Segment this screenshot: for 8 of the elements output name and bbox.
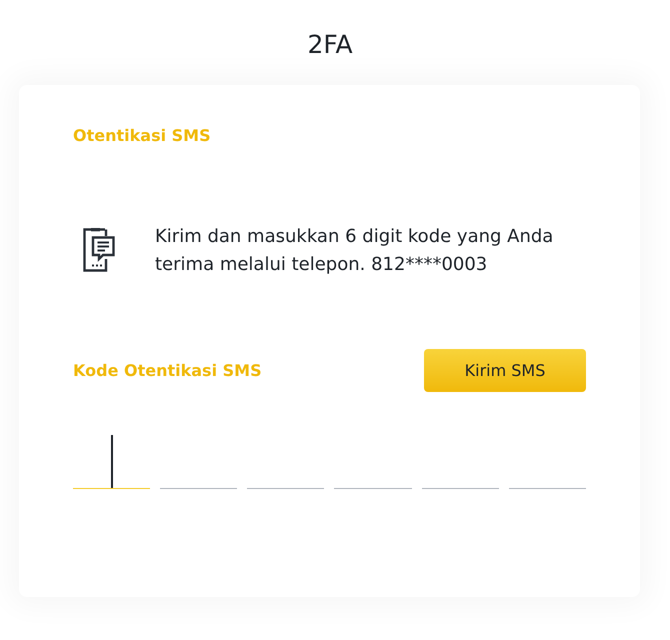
- section-heading: Otentikasi SMS: [73, 125, 211, 147]
- page-title: 2FA: [307, 29, 353, 61]
- send-sms-button[interactable]: Kirim SMS: [424, 349, 586, 392]
- phone-message-icon: [83, 228, 115, 272]
- code-label: Kode Otentikasi SMS: [73, 360, 262, 382]
- instruction-text: Kirim dan masukkan 6 digit kode yang Anda terima melalui telepon. 812****0003: [155, 225, 554, 277]
- code-digit-field[interactable]: [73, 435, 150, 489]
- text-cursor-icon: [110, 435, 113, 488]
